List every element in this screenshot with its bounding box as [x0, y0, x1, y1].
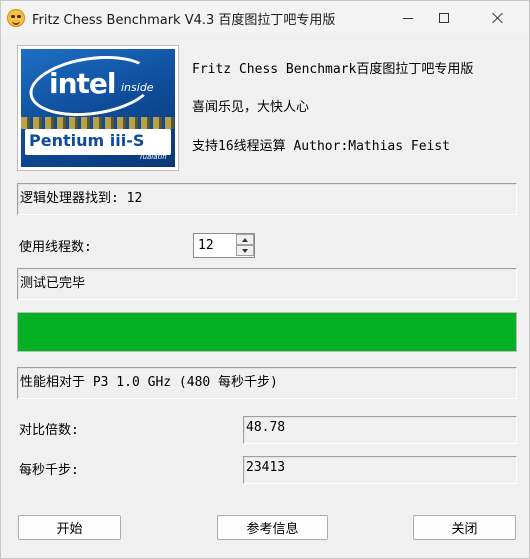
close-button[interactable]: 关闭 — [413, 515, 516, 540]
logo-frame: intel inside Pentium iii-S Tualatin — [17, 45, 179, 171]
knps-label: 每秒千步: — [19, 463, 79, 478]
info-author: 支持16线程运算 Author:Mathias Feist — [192, 139, 451, 154]
maximize-icon — [439, 13, 449, 23]
relative-performance-field: 性能相对于 P3 1.0 GHz (480 每秒千步) — [17, 367, 517, 399]
logo-sub: Tualatin — [139, 153, 167, 161]
logo-brand: intel — [49, 67, 117, 100]
close-window-button[interactable] — [475, 1, 521, 35]
ratio-value: 48.78 — [243, 416, 517, 444]
info-title: Fritz Chess Benchmark百度图拉丁吧专用版 — [192, 62, 474, 77]
smiley-app-icon — [7, 9, 25, 27]
minimize-icon — [403, 17, 413, 19]
close-icon — [492, 12, 504, 24]
logo-product: Pentium iii-S — [29, 131, 145, 150]
arrow-up-icon — [242, 238, 248, 242]
start-button[interactable]: 开始 — [18, 515, 121, 540]
ratio-label: 对比倍数: — [19, 423, 79, 438]
title-bar[interactable]: Fritz Chess Benchmark V4.3 百度图拉丁吧专用版 — [1, 1, 529, 35]
progress-bar — [17, 312, 517, 352]
window-title: Fritz Chess Benchmark V4.3 百度图拉丁吧专用版 — [32, 13, 336, 28]
intel-pentium-logo: intel inside Pentium iii-S Tualatin — [21, 49, 175, 167]
threads-spinbox[interactable]: 12 — [193, 233, 255, 258]
maximize-button[interactable] — [421, 1, 467, 35]
knps-value: 23413 — [243, 456, 517, 484]
processors-found-field: 逻辑处理器找到: 12 — [17, 183, 517, 215]
threads-value[interactable]: 12 — [198, 238, 214, 253]
arrow-down-icon — [242, 249, 248, 253]
threads-label: 使用线程数: — [19, 240, 92, 255]
logo-inside: inside — [121, 81, 154, 94]
threads-increment-button[interactable] — [236, 234, 254, 245]
status-field: 测试已完毕 — [17, 268, 517, 300]
logo-chip-band — [21, 117, 175, 129]
info-slogan: 喜闻乐见，大快人心 — [192, 100, 310, 115]
threads-decrement-button[interactable] — [236, 245, 254, 256]
reference-info-button[interactable]: 参考信息 — [217, 515, 328, 540]
progress-fill — [18, 313, 516, 351]
benchmark-window: Fritz Chess Benchmark V4.3 百度图拉丁吧专用版 int… — [0, 0, 530, 559]
